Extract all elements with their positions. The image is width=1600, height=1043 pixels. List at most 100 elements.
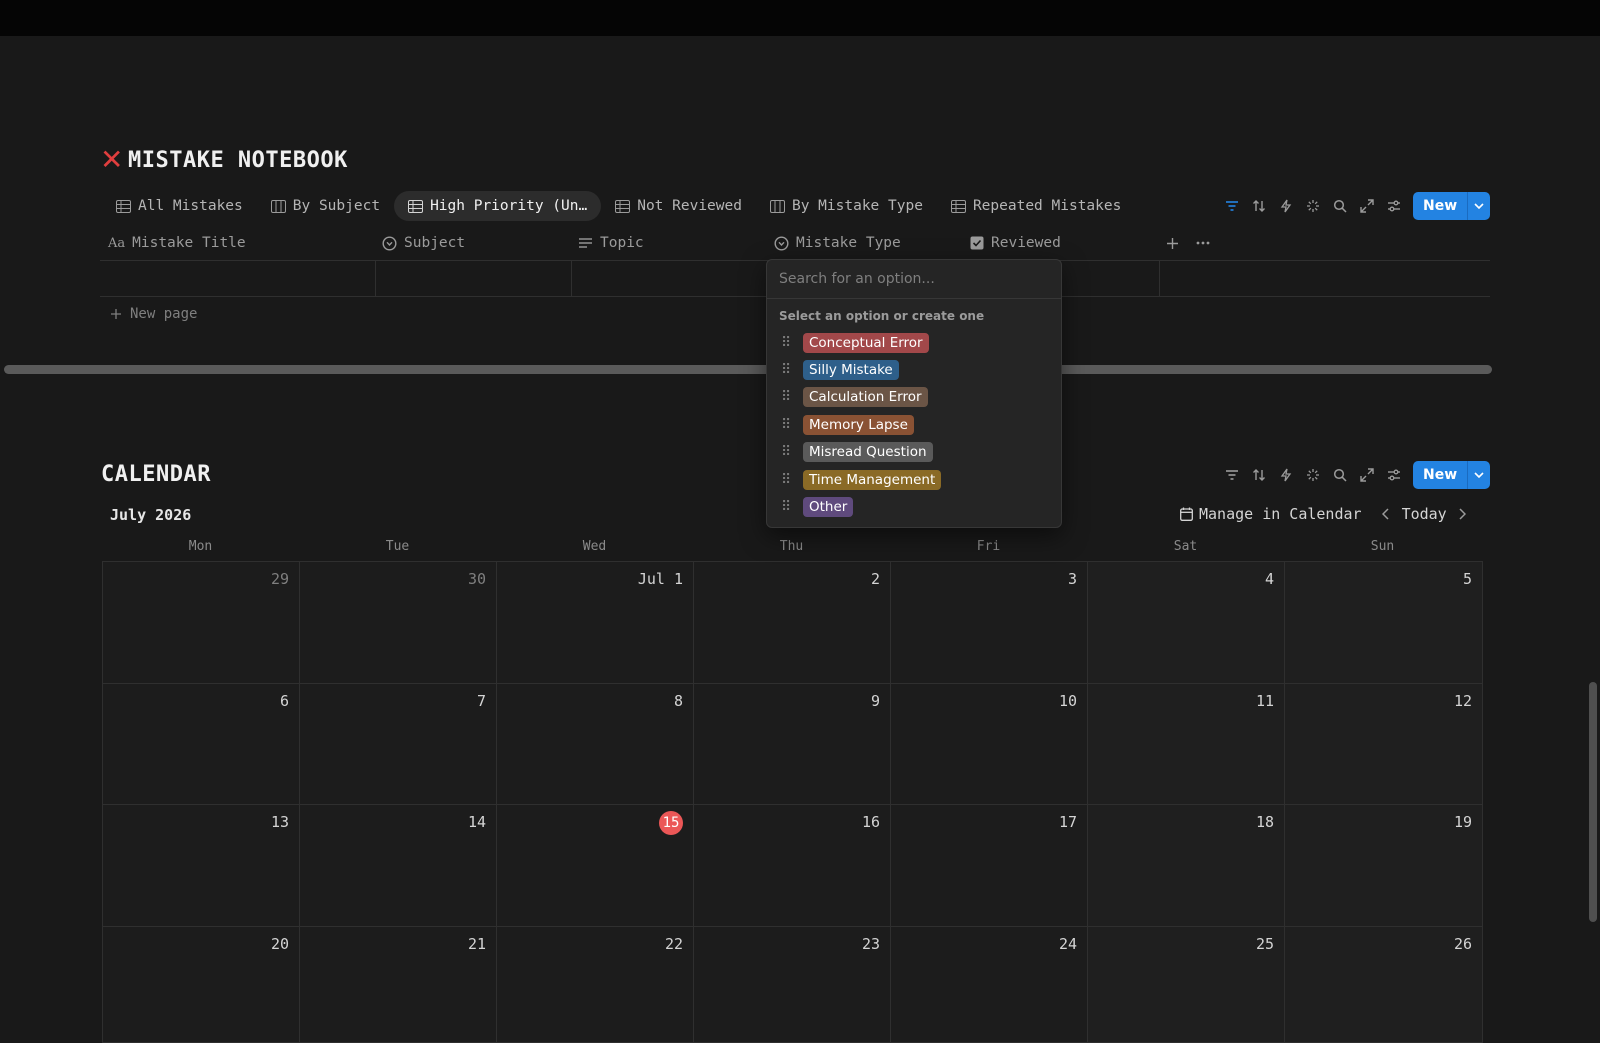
table-cell[interactable] bbox=[572, 261, 768, 296]
sparkle-icon[interactable] bbox=[1299, 192, 1326, 220]
notebook-toolbar: New bbox=[1218, 192, 1490, 220]
chevron-right-icon[interactable] bbox=[1455, 508, 1471, 520]
tab-repeated-mistakes[interactable]: Repeated Mistakes bbox=[937, 191, 1135, 221]
horizontal-scrollbar[interactable] bbox=[4, 365, 1492, 374]
drag-handle-icon[interactable]: ⠿ bbox=[781, 472, 791, 488]
calendar-day[interactable]: 14 bbox=[300, 805, 497, 927]
option-memory-lapse[interactable]: ⠿ Memory Lapse bbox=[767, 411, 1061, 438]
calendar-day[interactable]: 3 bbox=[891, 562, 1088, 684]
notebook-title: ✕ MISTAKE NOTEBOOK bbox=[100, 146, 348, 174]
tab-label: By Mistake Type bbox=[792, 198, 923, 214]
calendar-day[interactable]: 17 bbox=[891, 805, 1088, 927]
search-icon[interactable] bbox=[1326, 192, 1353, 220]
today-button[interactable]: Today bbox=[1402, 505, 1447, 523]
option-conceptual-error[interactable]: ⠿ Conceptual Error bbox=[767, 329, 1061, 356]
chevron-down-icon[interactable] bbox=[1467, 461, 1490, 489]
drag-handle-icon[interactable]: ⠿ bbox=[781, 335, 791, 351]
table-cell[interactable] bbox=[100, 261, 376, 296]
tab-by-mistake-type[interactable]: By Mistake Type bbox=[756, 191, 937, 221]
drag-handle-icon[interactable]: ⠿ bbox=[781, 444, 791, 460]
expand-icon[interactable] bbox=[1353, 192, 1380, 220]
drag-handle-icon[interactable]: ⠿ bbox=[781, 499, 791, 515]
sort-icon[interactable] bbox=[1245, 461, 1272, 489]
calendar-day[interactable]: 19 bbox=[1285, 805, 1482, 927]
calendar-day[interactable]: 30 bbox=[300, 562, 497, 684]
option-other[interactable]: ⠿ Other bbox=[767, 493, 1061, 520]
calendar-day[interactable]: 8 bbox=[497, 684, 694, 806]
board-icon bbox=[770, 200, 785, 213]
calendar-day[interactable]: 5 bbox=[1285, 562, 1482, 684]
sparkle-icon[interactable] bbox=[1299, 461, 1326, 489]
drag-handle-icon[interactable]: ⠿ bbox=[781, 362, 791, 378]
calendar-day-today[interactable]: 15 bbox=[497, 805, 694, 927]
calendar-day[interactable]: 26 bbox=[1285, 927, 1482, 1043]
tab-not-reviewed[interactable]: Not Reviewed bbox=[601, 191, 756, 221]
automation-bolt-icon[interactable] bbox=[1272, 192, 1299, 220]
option-time-management[interactable]: ⠿ Time Management bbox=[767, 466, 1061, 493]
option-pill: Conceptual Error bbox=[803, 333, 929, 353]
new-button-group: New bbox=[1413, 192, 1490, 220]
table-icon bbox=[951, 200, 966, 213]
tab-high-priority[interactable]: High Priority (Un… bbox=[394, 191, 601, 221]
expand-icon[interactable] bbox=[1353, 461, 1380, 489]
drag-handle-icon[interactable]: ⠿ bbox=[781, 389, 791, 405]
text-lines-icon bbox=[578, 237, 593, 249]
new-button[interactable]: New bbox=[1413, 461, 1467, 489]
calendar-day[interactable]: 23 bbox=[694, 927, 891, 1043]
filter-icon[interactable] bbox=[1218, 192, 1245, 220]
column-header-subject[interactable]: Subject bbox=[374, 235, 570, 251]
calendar-day[interactable]: 25 bbox=[1088, 927, 1285, 1043]
calendar-day[interactable]: 6 bbox=[103, 684, 300, 806]
more-options-icon[interactable] bbox=[1188, 241, 1218, 245]
calendar-day[interactable]: 2 bbox=[694, 562, 891, 684]
new-button[interactable]: New bbox=[1413, 192, 1467, 220]
new-page-row[interactable]: New page bbox=[110, 306, 197, 322]
calendar-day[interactable]: 24 bbox=[891, 927, 1088, 1043]
calendar-day[interactable]: 22 bbox=[497, 927, 694, 1043]
column-header-mistake-title[interactable]: Aa Mistake Title bbox=[100, 235, 374, 251]
option-pill: Misread Question bbox=[803, 442, 933, 462]
option-search-input[interactable]: Search for an option... bbox=[767, 260, 1061, 299]
weekday-label: Sun bbox=[1284, 539, 1481, 554]
calendar-day[interactable]: 16 bbox=[694, 805, 891, 927]
window-top-bar bbox=[0, 0, 1600, 36]
weekday-label: Sat bbox=[1087, 539, 1284, 554]
calendar-day[interactable]: Jul 1 bbox=[497, 562, 694, 684]
filter-icon[interactable] bbox=[1218, 461, 1245, 489]
automation-bolt-icon[interactable] bbox=[1272, 461, 1299, 489]
chevron-left-icon[interactable] bbox=[1378, 508, 1394, 520]
calendar-day[interactable]: 12 bbox=[1285, 684, 1482, 806]
sort-icon[interactable] bbox=[1245, 192, 1272, 220]
calendar-day[interactable]: 9 bbox=[694, 684, 891, 806]
calendar-day[interactable]: 21 bbox=[300, 927, 497, 1043]
calendar-day[interactable]: 18 bbox=[1088, 805, 1285, 927]
calendar-day[interactable]: 29 bbox=[103, 562, 300, 684]
calendar-day[interactable]: 11 bbox=[1088, 684, 1285, 806]
drag-handle-icon[interactable]: ⠿ bbox=[781, 417, 791, 433]
calendar-day[interactable]: 13 bbox=[103, 805, 300, 927]
settings-sliders-icon[interactable] bbox=[1380, 461, 1407, 489]
column-header-reviewed[interactable]: Reviewed bbox=[962, 235, 1158, 251]
option-silly-mistake[interactable]: ⠿ Silly Mistake bbox=[767, 356, 1061, 383]
manage-in-calendar-button[interactable]: Manage in Calendar bbox=[1180, 505, 1362, 523]
settings-sliders-icon[interactable] bbox=[1380, 192, 1407, 220]
calendar-day[interactable]: 10 bbox=[891, 684, 1088, 806]
column-header-topic[interactable]: Topic bbox=[570, 235, 766, 251]
column-header-mistake-type[interactable]: Mistake Type bbox=[766, 235, 962, 251]
calendar-day[interactable]: 7 bbox=[300, 684, 497, 806]
table-cell[interactable] bbox=[1160, 261, 1490, 296]
tab-by-subject[interactable]: By Subject bbox=[257, 191, 394, 221]
tab-all-mistakes[interactable]: All Mistakes bbox=[102, 191, 257, 221]
view-tabs: All Mistakes By Subject High Priority (U… bbox=[102, 191, 1135, 221]
option-calculation-error[interactable]: ⠿ Calculation Error bbox=[767, 384, 1061, 411]
add-column-icon[interactable] bbox=[1158, 237, 1188, 250]
calendar-title: CALENDAR bbox=[101, 462, 211, 487]
calendar-day[interactable]: 20 bbox=[103, 927, 300, 1043]
board-icon bbox=[271, 200, 286, 213]
search-icon[interactable] bbox=[1326, 461, 1353, 489]
vertical-scrollbar[interactable] bbox=[1589, 682, 1597, 922]
calendar-day[interactable]: 4 bbox=[1088, 562, 1285, 684]
option-misread-question[interactable]: ⠿ Misread Question bbox=[767, 439, 1061, 466]
table-cell[interactable] bbox=[376, 261, 572, 296]
chevron-down-icon[interactable] bbox=[1467, 192, 1490, 220]
